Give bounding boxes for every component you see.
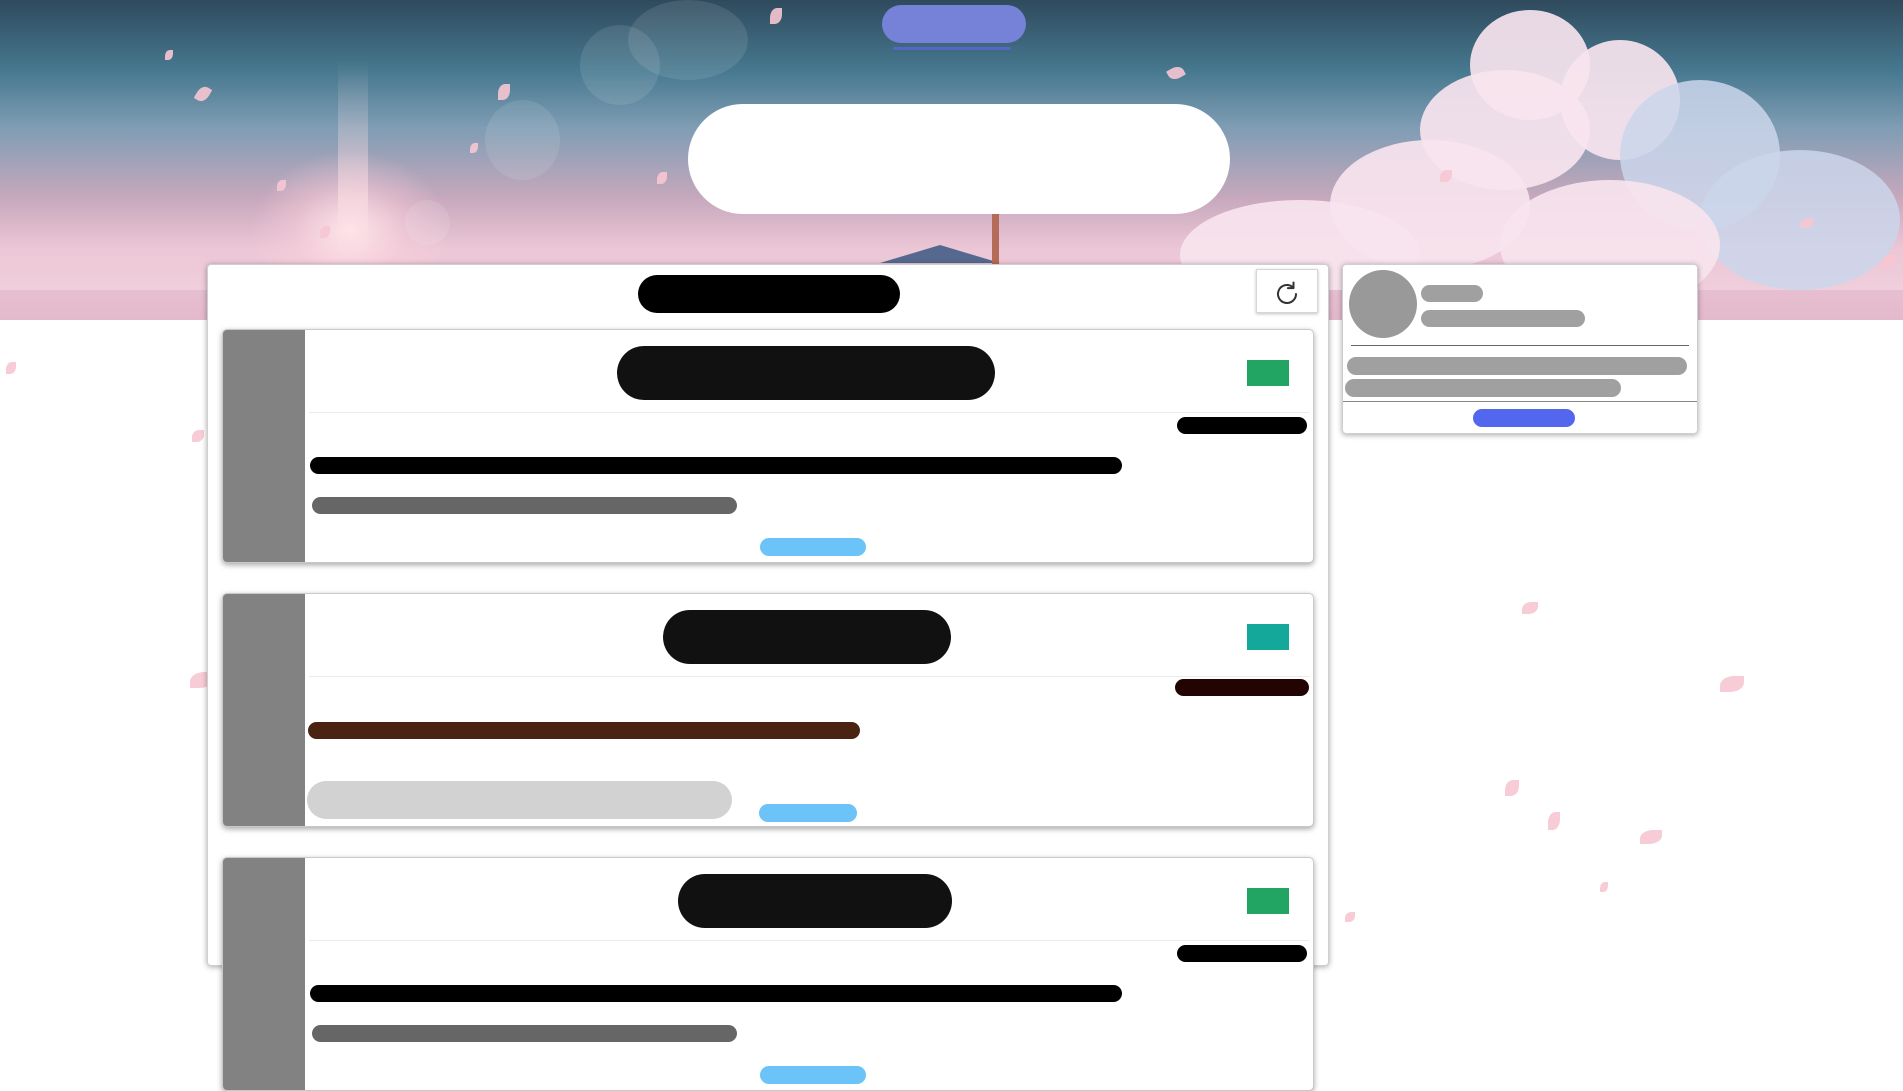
post-excerpt [308, 722, 860, 739]
post-thumbnail[interactable] [223, 594, 305, 826]
feed-heading [638, 275, 900, 313]
petal [6, 362, 16, 374]
post-thumbnail[interactable] [223, 858, 305, 1090]
petal [1600, 882, 1608, 892]
profile-subtitle [1421, 310, 1585, 327]
profile-divider [1351, 345, 1689, 346]
site-title [688, 104, 1230, 214]
profile-name [1421, 285, 1483, 302]
read-more-button[interactable] [759, 804, 857, 822]
bokeh-light [485, 100, 560, 180]
petal [1345, 912, 1355, 922]
profile-bio-line [1345, 379, 1621, 397]
post-title[interactable] [663, 610, 951, 664]
avatar[interactable] [1349, 270, 1417, 338]
petal [1522, 602, 1538, 614]
post-meta [312, 497, 737, 514]
petal [192, 430, 204, 442]
post-feed-panel [207, 264, 1329, 1091]
post-date [1177, 417, 1307, 434]
refresh-icon [1277, 281, 1297, 304]
post-title[interactable] [617, 346, 995, 400]
bokeh-light [580, 25, 660, 105]
profile-divider [1343, 401, 1697, 402]
post-divider [309, 940, 1309, 941]
post-divider [309, 412, 1309, 413]
post-card[interactable] [222, 329, 1314, 563]
post-divider [309, 676, 1309, 677]
post-thumbnail[interactable] [223, 330, 305, 562]
petal [1720, 676, 1744, 692]
profile-bio-line [1347, 357, 1687, 375]
profile-card [1342, 264, 1698, 434]
follow-button[interactable] [1473, 409, 1575, 427]
nav-home-button[interactable] [882, 5, 1026, 43]
post-category-tag[interactable] [1247, 888, 1289, 914]
post-date [1177, 945, 1307, 962]
tower [992, 212, 999, 264]
post-excerpt [310, 457, 1122, 474]
nav-active-underline [893, 47, 1011, 50]
mountain [880, 245, 1000, 263]
petal [1548, 812, 1560, 830]
bokeh-light [405, 200, 450, 245]
post-category-tag[interactable] [1247, 360, 1289, 386]
post-card[interactable] [222, 857, 1314, 1091]
post-meta [312, 1025, 737, 1042]
post-date [1175, 679, 1309, 696]
read-more-button[interactable] [760, 538, 866, 556]
petal [1640, 830, 1662, 844]
read-more-button[interactable] [760, 1066, 866, 1084]
refresh-button[interactable] [1256, 269, 1318, 313]
light-beam [338, 60, 368, 260]
post-meta [307, 781, 732, 819]
petal [1505, 780, 1519, 796]
post-title[interactable] [678, 874, 952, 928]
post-card[interactable] [222, 593, 1314, 827]
cloud [1700, 150, 1900, 290]
post-category-tag[interactable] [1247, 624, 1289, 650]
post-excerpt [310, 985, 1122, 1002]
